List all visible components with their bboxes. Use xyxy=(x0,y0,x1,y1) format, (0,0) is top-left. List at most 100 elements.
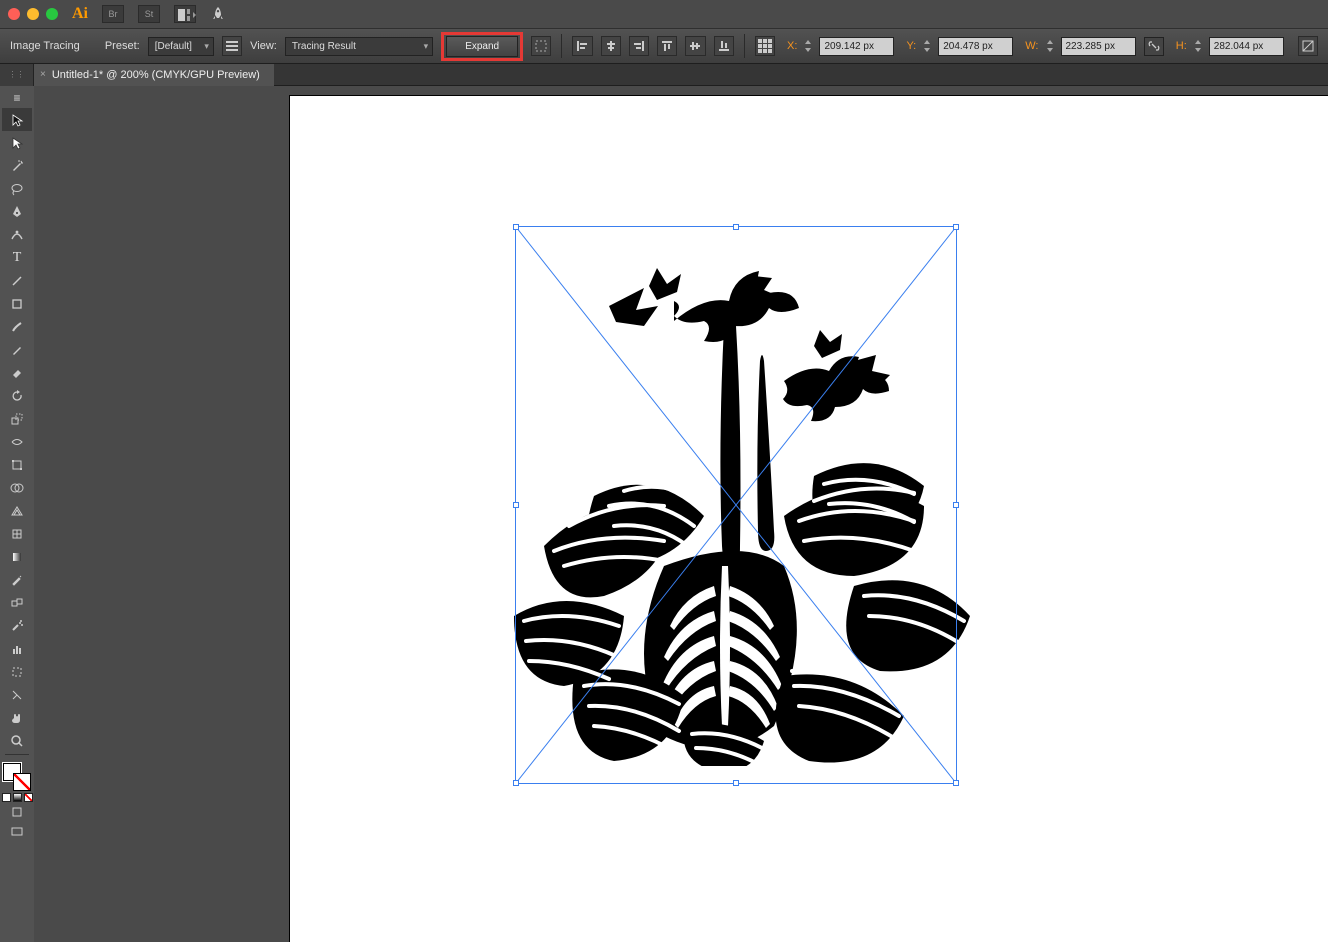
expand-button[interactable]: Expand xyxy=(446,36,518,57)
hand-tool[interactable] xyxy=(2,706,32,729)
canvas-area[interactable] xyxy=(34,86,1328,942)
scale-tool[interactable] xyxy=(2,407,32,430)
color-mode-row xyxy=(2,793,33,802)
curvature-tool[interactable] xyxy=(2,223,32,246)
handle-tc[interactable] xyxy=(733,224,739,230)
minimize-window-icon[interactable] xyxy=(27,8,39,20)
stepper-icon[interactable] xyxy=(918,37,936,55)
type-tool[interactable]: T xyxy=(2,246,32,269)
free-transform-tool[interactable] xyxy=(2,453,32,476)
mesh-tool[interactable] xyxy=(2,522,32,545)
constrain-angle-icon[interactable] xyxy=(1298,36,1318,56)
workspace: ≡ T xyxy=(0,86,1328,942)
control-options-bar: Image Tracing Preset: [Default] View: Tr… xyxy=(0,28,1328,64)
lasso-tool[interactable] xyxy=(2,177,32,200)
panel-grip-icon[interactable]: ≡ xyxy=(2,88,32,108)
align-bottom-icon[interactable] xyxy=(714,36,734,56)
handle-tl[interactable] xyxy=(513,224,519,230)
zoom-tool[interactable] xyxy=(2,729,32,752)
document-tab[interactable]: × Untitled-1* @ 200% (CMYK/GPU Preview) xyxy=(34,64,274,86)
arrange-documents-icon[interactable] xyxy=(174,5,196,23)
tab-title: Untitled-1* @ 200% (CMYK/GPU Preview) xyxy=(52,69,260,81)
tab-handle-icon[interactable]: ⋮⋮ xyxy=(0,64,34,86)
maximize-window-icon[interactable] xyxy=(46,8,58,20)
handle-br[interactable] xyxy=(953,780,959,786)
x-label: X: xyxy=(787,40,797,52)
close-window-icon[interactable] xyxy=(8,8,20,20)
blend-tool[interactable] xyxy=(2,591,32,614)
stepper-icon[interactable] xyxy=(799,37,817,55)
tools-panel: ≡ T xyxy=(0,86,34,942)
handle-bl[interactable] xyxy=(513,780,519,786)
color-mode-gradient[interactable] xyxy=(13,793,22,802)
bridge-shortcut[interactable]: Br xyxy=(102,5,124,23)
slice-tool[interactable] xyxy=(2,683,32,706)
isolate-selected-icon[interactable] xyxy=(531,36,551,56)
mode-label: Image Tracing xyxy=(10,40,80,52)
separator xyxy=(561,34,562,58)
transform-panel-icon[interactable] xyxy=(755,36,775,56)
stroke-swatch-none[interactable] xyxy=(13,773,31,791)
pen-tool[interactable] xyxy=(2,200,32,223)
stock-shortcut[interactable]: St xyxy=(138,5,160,23)
handle-bc[interactable] xyxy=(733,780,739,786)
stepper-icon[interactable] xyxy=(1189,37,1207,55)
h-coordinate-group: H: 282.044 px xyxy=(1172,37,1284,56)
preset-dropdown[interactable]: [Default] xyxy=(148,37,214,56)
align-vcenter-icon[interactable] xyxy=(685,36,705,56)
document-tabs-row: ⋮⋮ × Untitled-1* @ 200% (CMYK/GPU Previe… xyxy=(0,64,1328,86)
handle-mr[interactable] xyxy=(953,502,959,508)
application-menubar: Ai Br St xyxy=(0,0,1328,28)
align-hcenter-icon[interactable] xyxy=(601,36,621,56)
h-label: H: xyxy=(1176,40,1187,52)
app-logo-ai: Ai xyxy=(72,5,88,23)
gradient-tool[interactable] xyxy=(2,545,32,568)
close-tab-icon[interactable]: × xyxy=(40,69,46,80)
selection-bounding-box[interactable] xyxy=(515,226,957,784)
y-label: Y: xyxy=(906,40,916,52)
color-mode-solid[interactable] xyxy=(2,793,11,802)
align-top-icon[interactable] xyxy=(657,36,677,56)
expand-highlight: Expand xyxy=(441,32,523,61)
handle-ml[interactable] xyxy=(513,502,519,508)
draw-mode-icon[interactable] xyxy=(2,802,32,822)
x-coordinate-group: X: 209.142 px xyxy=(783,37,894,56)
x-input[interactable]: 209.142 px xyxy=(819,37,894,56)
view-label: View: xyxy=(250,40,277,52)
handle-tr[interactable] xyxy=(953,224,959,230)
w-coordinate-group: W: 223.285 px xyxy=(1021,37,1135,56)
paintbrush-tool[interactable] xyxy=(2,315,32,338)
y-coordinate-group: Y: 204.478 px xyxy=(902,37,1013,56)
align-left-icon[interactable] xyxy=(572,36,592,56)
line-tool[interactable] xyxy=(2,269,32,292)
color-mode-none[interactable] xyxy=(24,793,33,802)
eraser-tool[interactable] xyxy=(2,361,32,384)
symbol-sprayer-tool[interactable] xyxy=(2,614,32,637)
fill-stroke-swatch[interactable] xyxy=(3,763,31,791)
align-right-icon[interactable] xyxy=(629,36,649,56)
artboard-tool[interactable] xyxy=(2,660,32,683)
graph-tool[interactable] xyxy=(2,637,32,660)
selection-tool[interactable] xyxy=(2,108,32,131)
magic-wand-tool[interactable] xyxy=(2,154,32,177)
w-input[interactable]: 223.285 px xyxy=(1061,37,1136,56)
perspective-tool[interactable] xyxy=(2,499,32,522)
tracing-options-icon[interactable] xyxy=(222,36,242,56)
gpu-indicator-icon[interactable] xyxy=(210,6,226,22)
separator xyxy=(744,34,745,58)
h-input[interactable]: 282.044 px xyxy=(1209,37,1284,56)
direct-selection-tool[interactable] xyxy=(2,131,32,154)
eyedropper-tool[interactable] xyxy=(2,568,32,591)
width-tool[interactable] xyxy=(2,430,32,453)
y-input[interactable]: 204.478 px xyxy=(938,37,1013,56)
rotate-tool[interactable] xyxy=(2,384,32,407)
w-label: W: xyxy=(1025,40,1038,52)
pencil-tool[interactable] xyxy=(2,338,32,361)
screen-mode-icon[interactable] xyxy=(2,822,32,842)
stepper-icon[interactable] xyxy=(1041,37,1059,55)
rectangle-tool[interactable] xyxy=(2,292,32,315)
separator xyxy=(5,754,29,755)
shape-builder-tool[interactable] xyxy=(2,476,32,499)
view-dropdown[interactable]: Tracing Result xyxy=(285,37,433,56)
link-wh-icon[interactable] xyxy=(1144,37,1164,56)
